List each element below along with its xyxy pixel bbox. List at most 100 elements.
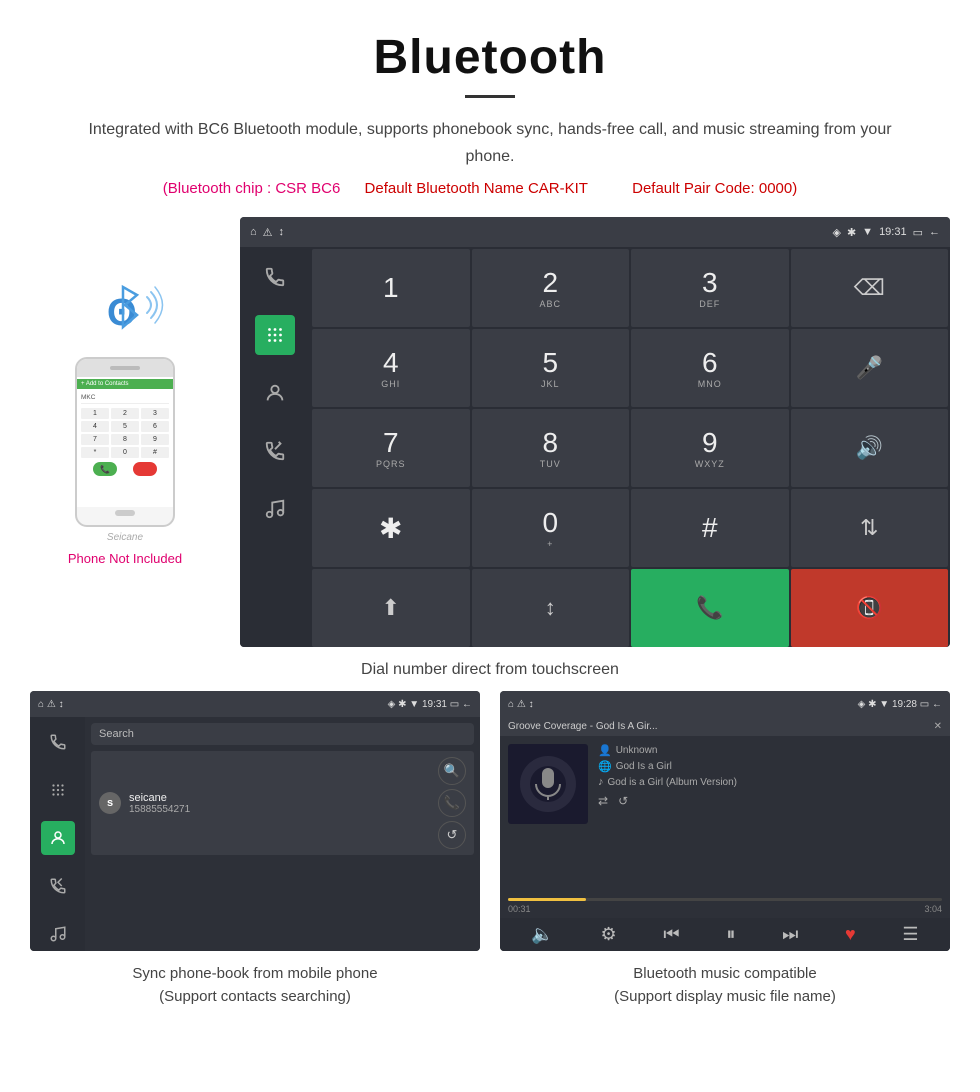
phone-icon[interactable] bbox=[255, 257, 295, 297]
dial-key-6-main: 6 bbox=[702, 347, 718, 379]
swap-icon: ⇅ bbox=[860, 515, 878, 541]
spec-chip: (Bluetooth chip : CSR BC6 bbox=[163, 180, 341, 197]
phone-end-btn bbox=[133, 462, 157, 476]
contacts-icon[interactable] bbox=[255, 373, 295, 413]
wifi-icon-3: ▼ bbox=[879, 699, 889, 710]
contacts-time: 19:31 bbox=[422, 699, 450, 710]
music-content: Groove Coverage - God Is A Gir... ✕ bbox=[500, 717, 950, 951]
phone-screen-header: + Add to Contacts bbox=[77, 379, 173, 389]
playlist-btn[interactable]: ☰ bbox=[902, 924, 918, 945]
dial-key-0[interactable]: 0 + bbox=[472, 489, 630, 567]
dial-key-2-main: 2 bbox=[542, 267, 558, 299]
phone-call-btn: 📞 bbox=[93, 462, 117, 476]
usb-icon-2: ↕ bbox=[59, 699, 64, 710]
globe-icon: 🌐 bbox=[598, 760, 612, 773]
phone-speaker bbox=[110, 366, 140, 370]
transfer-icon: ↕ bbox=[545, 595, 556, 621]
call-log-icon[interactable] bbox=[255, 431, 295, 471]
music-info: 👤 Unknown 🌐 God Is a Girl ♪ God is a Gir… bbox=[598, 744, 942, 890]
car-sidebar bbox=[240, 247, 310, 647]
progress-times: 00:31 3:04 bbox=[508, 904, 942, 914]
phone-key-star: * bbox=[81, 447, 109, 458]
bt-icon-3: ✱ bbox=[868, 699, 876, 710]
phone-home-btn bbox=[115, 510, 135, 516]
contacts-screen-wrap: ⌂ ⚠ ↕ ◈ ✱ ▼ 19:31 ▭ ← bbox=[30, 691, 480, 1012]
dial-key-6[interactable]: 6 MNO bbox=[631, 329, 789, 407]
contacts-caption-line2: (Support contacts searching) bbox=[40, 986, 470, 1009]
dial-key-backspace[interactable]: ⌫ bbox=[791, 249, 949, 327]
dial-key-4[interactable]: 4 GHI bbox=[312, 329, 470, 407]
car-status-bar: ⌂ ⚠ ↕ ◈ ✱ ▼ 19:31 ▭ ← bbox=[240, 217, 950, 247]
contacts-search-bar[interactable]: Search bbox=[91, 723, 474, 745]
contact-row: s seicane 15885554271 🔍 📞 ↺ bbox=[91, 751, 474, 855]
music-status-left: ⌂ ⚠ ↕ bbox=[508, 699, 534, 710]
contacts-status-left: ⌂ ⚠ ↕ bbox=[38, 699, 64, 710]
user-icon: 👤 bbox=[598, 744, 612, 757]
dial-key-2[interactable]: 2 ABC bbox=[472, 249, 630, 327]
bluetooth-signal-icon: ʘ bbox=[85, 277, 165, 342]
back-icon-2: ← bbox=[462, 699, 472, 710]
play-pause-btn[interactable]: ⏸ bbox=[726, 924, 735, 945]
music-meta-3: ♪ God is a Girl (Album Version) bbox=[598, 776, 942, 788]
music-icon[interactable] bbox=[255, 489, 295, 529]
contact-number: 15885554271 bbox=[129, 804, 430, 815]
progress-bar[interactable] bbox=[508, 898, 942, 901]
music-album: God Is a Girl bbox=[616, 761, 672, 772]
phone-key-0: 0 bbox=[111, 447, 139, 458]
main-caption: Dial number direct from touchscreen bbox=[0, 647, 980, 691]
phone-key-6: 6 bbox=[141, 421, 169, 432]
bluetooth-icon-area: ʘ bbox=[85, 277, 165, 347]
music-close-btn[interactable]: ✕ bbox=[934, 721, 942, 732]
dial-key-mute[interactable]: 🎤 bbox=[791, 329, 949, 407]
phone-body: + Add to Contacts MKC 1 2 3 4 5 6 7 8 9 … bbox=[75, 357, 175, 527]
bluetooth-status-icon: ✱ bbox=[847, 226, 856, 239]
contact-info: seicane 15885554271 bbox=[129, 792, 430, 815]
next-btn[interactable]: ⏭ bbox=[782, 924, 798, 945]
contacts-dialpad-icon[interactable] bbox=[41, 773, 75, 807]
equalizer-btn[interactable]: ⚙ bbox=[601, 924, 617, 945]
dial-key-9[interactable]: 9 WXYZ bbox=[631, 409, 789, 487]
dial-key-3[interactable]: 3 DEF bbox=[631, 249, 789, 327]
batt-icon-3: ▭ bbox=[920, 699, 929, 710]
dial-key-call[interactable]: 📞 bbox=[631, 569, 789, 647]
dial-key-5[interactable]: 5 JKL bbox=[472, 329, 630, 407]
dial-key-star[interactable]: ✱ bbox=[312, 489, 470, 567]
dial-key-7[interactable]: 7 PQRS bbox=[312, 409, 470, 487]
dial-key-end[interactable]: 📵 bbox=[791, 569, 949, 647]
contacts-music-icon[interactable] bbox=[41, 917, 75, 951]
contact-refresh-btn[interactable]: ↺ bbox=[438, 821, 466, 849]
dial-key-hash[interactable]: # bbox=[631, 489, 789, 567]
contacts-call-log-icon[interactable] bbox=[41, 869, 75, 903]
music-screen: ⌂ ⚠ ↕ ◈ ✱ ▼ 19:28 ▭ ← Groove Coverage - … bbox=[500, 691, 950, 951]
main-demo-area: ʘ + Add to Contacts MKC 1 2 3 4 bbox=[0, 207, 980, 647]
phone-key-2: 2 bbox=[111, 408, 139, 419]
prev-btn[interactable]: ⏮ bbox=[663, 924, 679, 945]
dial-key-swap[interactable]: ⇅ bbox=[791, 489, 949, 567]
volume-btn[interactable]: 🔈 bbox=[531, 924, 553, 945]
dial-key-0-sub: + bbox=[547, 539, 553, 549]
car-main-content: 1 2 ABC 3 DEF ⌫ 4 GHI bbox=[240, 247, 950, 647]
contact-search-btn[interactable]: 🔍 bbox=[438, 757, 466, 785]
contact-call-btn[interactable]: 📞 bbox=[438, 789, 466, 817]
dialpad-icon[interactable] bbox=[255, 315, 295, 355]
signal-arc-1 bbox=[147, 297, 151, 313]
shuffle-icon[interactable]: ⇄ bbox=[598, 794, 608, 808]
music-track-title: Groove Coverage - God Is A Gir... bbox=[508, 721, 658, 732]
contact-name: seicane bbox=[129, 792, 430, 804]
warn-icon-2: ⚠ bbox=[47, 699, 56, 710]
dial-key-transfer[interactable]: ↕ bbox=[472, 569, 630, 647]
contacts-person-icon[interactable] bbox=[41, 821, 75, 855]
dial-key-merge[interactable]: ⬆ bbox=[312, 569, 470, 647]
phone-key-5: 5 bbox=[111, 421, 139, 432]
back-icon: ← bbox=[929, 226, 940, 238]
music-caption-line1: Bluetooth music compatible bbox=[510, 963, 940, 986]
dial-key-8[interactable]: 8 TUV bbox=[472, 409, 630, 487]
music-artist: Unknown bbox=[616, 745, 658, 756]
dial-key-volume[interactable]: 🔊 bbox=[791, 409, 949, 487]
dial-key-hash-main: # bbox=[702, 512, 718, 544]
favorite-btn[interactable]: ♥ bbox=[845, 924, 856, 945]
dial-key-1[interactable]: 1 bbox=[312, 249, 470, 327]
repeat-icon[interactable]: ↺ bbox=[618, 794, 628, 808]
contacts-phone-icon[interactable] bbox=[41, 725, 75, 759]
clock: 19:31 bbox=[879, 226, 907, 238]
